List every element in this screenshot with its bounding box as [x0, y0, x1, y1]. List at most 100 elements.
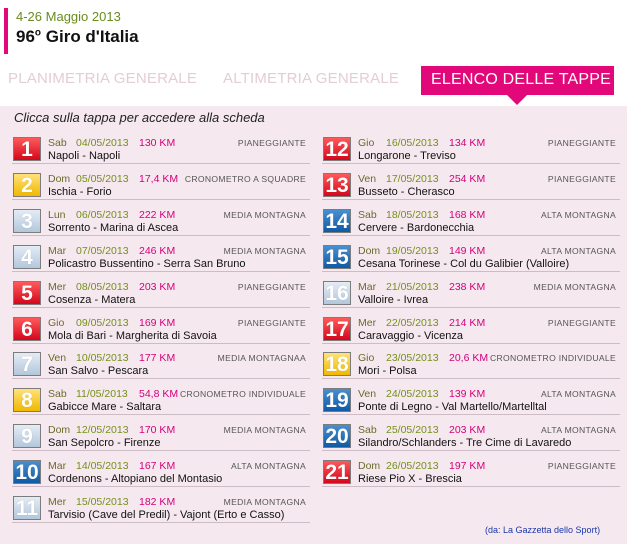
stage-row-2[interactable]: 2 Dom 05/05/2013 17,4 KM CRONOMETRO A SQUADR… [12, 171, 310, 200]
stage-number-badge: 17 [323, 316, 351, 341]
stage-route: Busseto - Cherasco [358, 185, 455, 198]
stage-row-5[interactable]: 5 Mer 08/05/2013 203 KM PIANEGGIANTE Cosenza … [12, 279, 310, 308]
stage-date: 15/05/2013 [76, 496, 129, 508]
stage-weekday: Gio [358, 137, 375, 149]
tab-elenco-tappe[interactable]: ELENCO DELLE TAPPE [421, 66, 614, 105]
stage-weekday: Sab [48, 137, 67, 149]
stage-number-badge: 15 [323, 244, 351, 269]
stage-type: MEDIA MONTAGNA [223, 245, 306, 256]
stage-type: MEDIA MONTAGNA [223, 497, 306, 507]
stage-info-line: Mar 21/05/2013 238 KM MEDIA MONTAGNA [358, 281, 620, 294]
stage-distance: 214 KM [449, 316, 486, 329]
stage-row-21[interactable]: 21 Dom 26/05/2013 197 KM PIANEGGIANTE Riese P… [322, 458, 620, 488]
stage-row-6[interactable]: 6 Gio 09/05/2013 169 KM PIANEGGIANTE Mola di … [12, 315, 310, 344]
stage-type: PIANEGGIANTE [237, 138, 306, 148]
stage-number-badge: 1 [13, 137, 41, 161]
page-title: 96o Giro d'Italia [16, 27, 139, 47]
stage-route: Mola di Bari - Margherita di Savoia [48, 329, 217, 342]
stage-route: Cosenza - Matera [48, 293, 136, 306]
stage-weekday: Mar [358, 280, 377, 293]
stage-info-line: Mer 15/05/2013 182 KM MEDIA MONTAGNA [48, 496, 310, 509]
stage-row-20[interactable]: 20 Sab 25/05/2013 203 KM ALTA MONTAGNA Siland… [322, 422, 620, 452]
stage-distance: 130 KM [139, 137, 176, 149]
stage-type: PIANEGGIANTE [547, 173, 616, 184]
stage-row-10[interactable]: 10 Mar 14/05/2013 167 KM ALTA MONTAGNA Corden… [12, 458, 310, 488]
stage-route: Mori - Polsa [358, 365, 417, 378]
stage-route: Valloire - Ivrea [358, 293, 429, 306]
stage-distance: 238 KM [449, 280, 486, 293]
stage-route: Sorrento - Marina di Ascea [48, 221, 179, 234]
stage-number-badge: 5 [13, 280, 41, 305]
stage-distance: 168 KM [449, 208, 486, 221]
stage-row-11[interactable]: 11 Mer 15/05/2013 182 KM MEDIA MONTAGNA Tarvi… [12, 494, 310, 523]
stage-number-badge: 20 [323, 424, 351, 449]
stage-info-line: Sab 04/05/2013 130 KM PIANEGGIANTE [48, 137, 310, 150]
stage-row-7[interactable]: 7 Ven 10/05/2013 177 KM MEDIA MONTAGNAA San S… [12, 350, 310, 380]
title-text: Giro d'Italia [41, 27, 139, 46]
stage-row-1[interactable]: 1 Sab 04/05/2013 130 KM PIANEGGIANTE Napoli -… [12, 135, 310, 164]
stage-route: Napoli - Napoli [48, 150, 121, 162]
stage-weekday: Ven [48, 352, 67, 365]
active-tab-arrow-icon [507, 95, 527, 105]
stage-distance: 177 KM [139, 352, 176, 365]
stage-distance: 17,4 KM [139, 172, 179, 185]
stage-date: 12/05/2013 [76, 424, 129, 437]
stage-type: PIANEGGIANTE [547, 317, 616, 328]
stage-weekday: Lun [48, 208, 66, 221]
stage-number-badge: 6 [13, 316, 41, 341]
stage-info-line: Ven 17/05/2013 254 KM PIANEGGIANTE [358, 173, 620, 186]
stage-type: MEDIA MONTAGNA [533, 281, 616, 292]
stage-type: PIANEGGIANTE [547, 461, 616, 472]
stage-number-badge: 11 [13, 496, 41, 520]
tab-planimetria[interactable]: PLANIMETRIA GENERALE [8, 70, 197, 87]
stage-info-line: Ven 10/05/2013 177 KM MEDIA MONTAGNAA [48, 352, 310, 365]
stage-type: ALTA MONTAGNA [540, 245, 616, 256]
stage-row-18[interactable]: 18 Gio 23/05/2013 20,6 KM CRONOMETRO INDIVID… [322, 350, 620, 380]
stage-row-8[interactable]: 8 Sab 11/05/2013 54,8 KM CRONOMETRO INDIVIDU… [12, 386, 310, 416]
stage-weekday: Dom [48, 424, 71, 437]
source-credit[interactable]: (da: La Gazzetta dello Sport) [485, 525, 600, 535]
stage-row-12[interactable]: 12 Gio 16/05/2013 134 KM PIANEGGIANTE Longaro… [322, 135, 620, 164]
stage-date: 26/05/2013 [386, 460, 439, 473]
stage-distance: 134 KM [449, 137, 486, 149]
stage-weekday: Sab [48, 388, 67, 401]
stage-row-19[interactable]: 19 Ven 24/05/2013 139 KM ALTA MONTAGNA Ponte … [322, 386, 620, 416]
stage-row-3[interactable]: 3 Lun 06/05/2013 222 KM MEDIA MONTAGNA Sorren… [12, 207, 310, 236]
tab-altimetria[interactable]: ALTIMETRIA GENERALE [223, 70, 399, 87]
stage-route: Gabicce Mare - Saltara [48, 401, 162, 414]
stage-type: CRONOMETRO INDIVIDUALE [490, 353, 616, 364]
stage-weekday: Gio [48, 316, 65, 329]
stage-distance: 203 KM [449, 424, 486, 437]
stage-date: 23/05/2013 [386, 352, 439, 365]
stage-date: 25/05/2013 [386, 424, 439, 437]
stage-row-4[interactable]: 4 Mar 07/05/2013 246 KM MEDIA MONTAGNA Polica… [12, 243, 310, 272]
stage-weekday: Ven [358, 172, 377, 185]
stage-row-9[interactable]: 9 Dom 12/05/2013 170 KM MEDIA MONTAGNA San Se… [12, 422, 310, 452]
stage-row-15[interactable]: 15 Dom 19/05/2013 149 KM ALTA MONTAGNA Cesana… [322, 243, 620, 272]
stage-weekday: Ven [358, 388, 377, 401]
stage-distance: 246 KM [139, 244, 176, 257]
stage-date: 22/05/2013 [386, 316, 439, 329]
stage-weekday: Dom [48, 172, 71, 185]
stage-weekday: Mer [48, 496, 67, 508]
stage-distance: 54,8 KM [139, 388, 179, 401]
stage-number-badge: 18 [323, 352, 351, 377]
stage-row-13[interactable]: 13 Ven 17/05/2013 254 KM PIANEGGIANTE Busseto… [322, 171, 620, 200]
stage-type: ALTA MONTAGNA [540, 425, 616, 436]
stage-number-badge: 3 [13, 208, 41, 233]
stage-info-line: Gio 23/05/2013 20,6 KM CRONOMETRO INDIVIDUA… [358, 352, 620, 365]
stage-date: 07/05/2013 [76, 244, 129, 257]
stage-number-badge: 12 [323, 137, 351, 161]
instructions-text: Clicca sulla tappa per accedere alla sch… [14, 110, 265, 125]
stage-row-16[interactable]: 16 Mar 21/05/2013 238 KM MEDIA MONTAGNA Vallo… [322, 279, 620, 308]
stage-info-line: Sab 18/05/2013 168 KM ALTA MONTAGNA [358, 209, 620, 222]
stage-route: Caravaggio - Vicenza [358, 329, 463, 342]
stage-number-badge: 14 [323, 208, 351, 233]
stage-row-14[interactable]: 14 Sab 18/05/2013 168 KM ALTA MONTAGNA Cerver… [322, 207, 620, 236]
stage-distance: 149 KM [449, 244, 486, 257]
stage-row-17[interactable]: 17 Mer 22/05/2013 214 KM PIANEGGIANTE Caravag… [322, 315, 620, 344]
title-number: 96 [16, 27, 35, 46]
stage-distance: 167 KM [139, 460, 176, 473]
stage-route: Tarvisio (Cave del Predil) - Vajont (Ert… [48, 509, 285, 521]
stage-route: Riese Pio X - Brescia [358, 473, 462, 486]
